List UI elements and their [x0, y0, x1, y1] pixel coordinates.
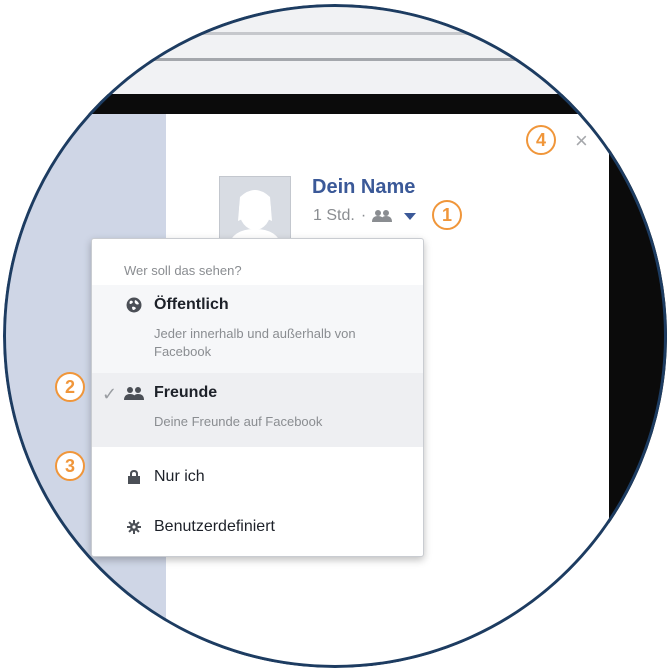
callout-3: 3 [55, 451, 85, 481]
callout-4: 4 [526, 125, 556, 155]
top-background [3, 4, 667, 98]
callout-2: 2 [55, 372, 85, 402]
dark-overlay-top [3, 94, 667, 114]
globe-icon [126, 297, 142, 313]
friends-icon [372, 210, 393, 222]
audience-option-friends[interactable]: ✓ Freunde Deine Freunde auf Facebook [92, 373, 423, 447]
option-label: Öffentlich [154, 296, 229, 313]
close-icon[interactable]: × [575, 130, 588, 152]
checkmark-icon: ✓ [102, 384, 118, 404]
gear-icon [126, 519, 142, 535]
option-label: Nur ich [154, 468, 205, 485]
divider [3, 58, 667, 61]
divider [3, 32, 667, 35]
option-description: Jeder innerhalb und außerhalb von Facebo… [154, 326, 356, 359]
audience-option-public[interactable]: Öffentlich Jeder innerhalb und außerhalb… [92, 285, 423, 373]
option-description: Deine Freunde auf Facebook [154, 414, 323, 429]
silhouette-icon [220, 177, 290, 247]
audience-option-custom[interactable]: Benutzerdefiniert [92, 507, 423, 547]
dark-overlay-right [609, 94, 667, 668]
post-meta: 1 Std. · [313, 207, 417, 225]
lock-icon [126, 469, 142, 485]
callout-1: 1 [432, 200, 462, 230]
profile-name[interactable]: Dein Name [312, 176, 415, 199]
separator: · [360, 207, 367, 224]
audience-option-only-me[interactable]: Nur ich [92, 457, 423, 497]
menu-header: Wer soll das sehen? [124, 263, 242, 278]
option-label: Freunde [154, 384, 218, 401]
audience-selector-menu: Wer soll das sehen? Öffentlich Jeder inn… [91, 238, 424, 557]
zoom-lens: Dein Name 1 Std. · × Wer soll das sehen? [3, 4, 667, 668]
post-time[interactable]: 1 Std. [313, 207, 355, 225]
option-label: Benutzerdefiniert [154, 518, 275, 535]
friends-icon [124, 385, 144, 401]
audience-dropdown-toggle[interactable] [404, 212, 417, 220]
